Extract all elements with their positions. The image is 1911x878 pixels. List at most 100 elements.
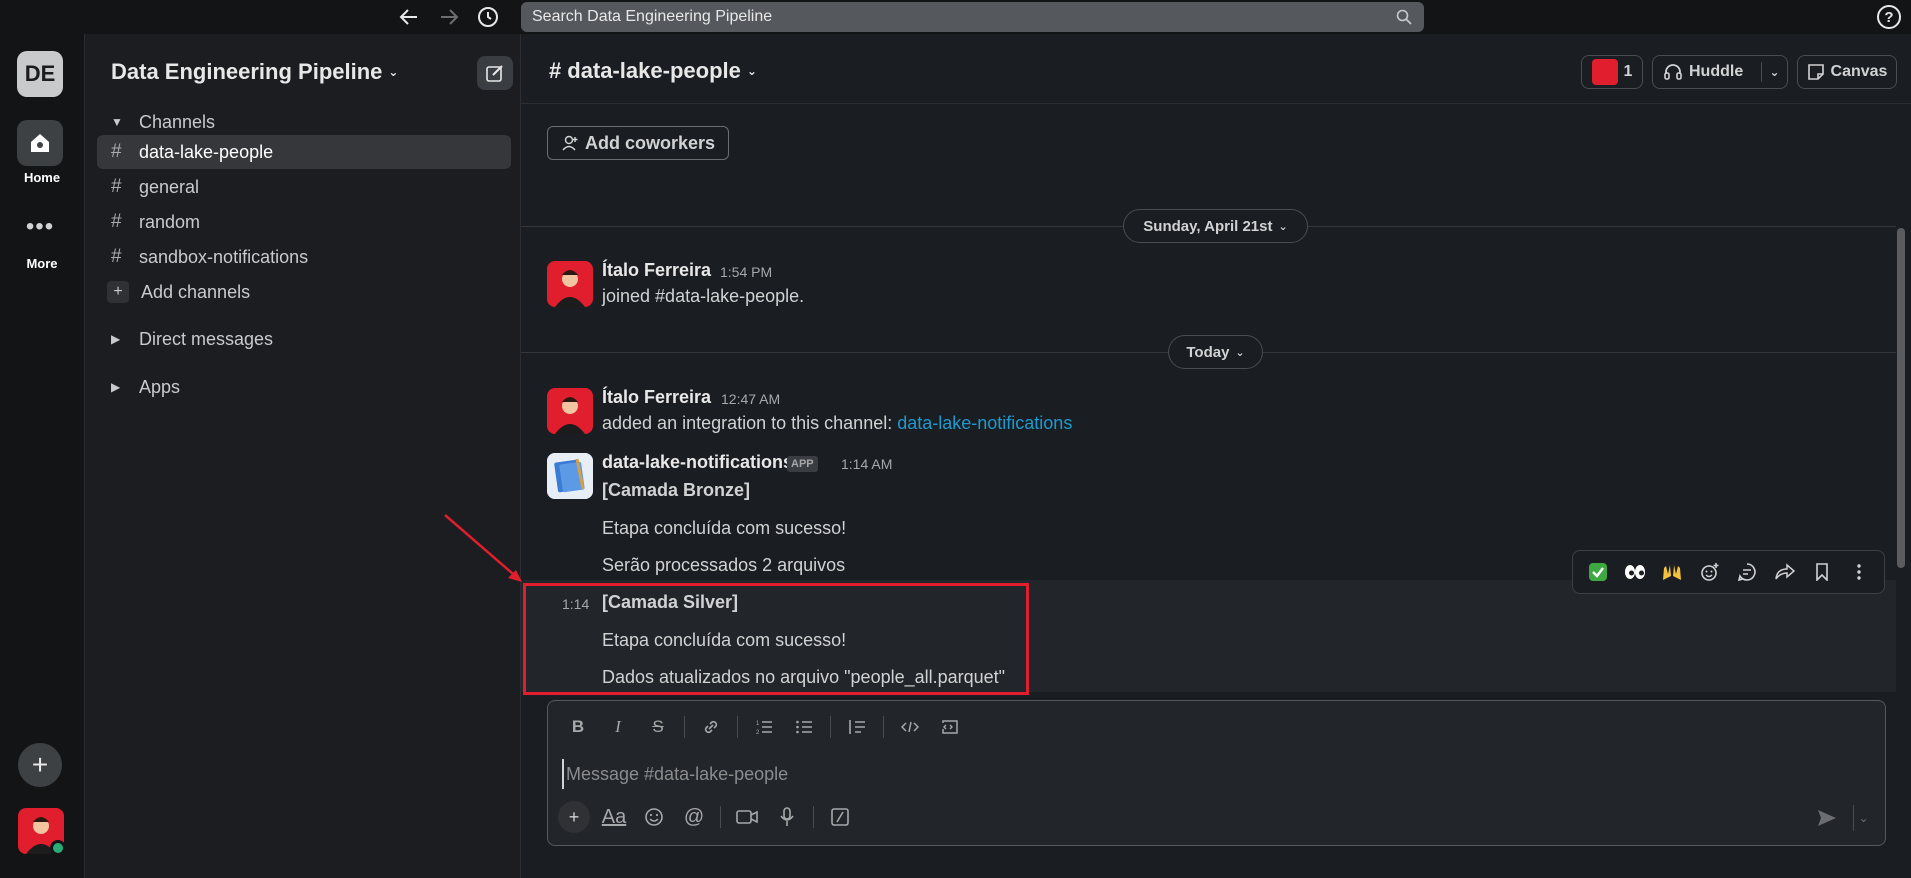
video-icon[interactable] [731, 801, 763, 833]
caret-right-icon: ▶ [111, 332, 121, 346]
formatting-toggle-icon[interactable]: Aa [598, 801, 630, 833]
toolbar-divider [883, 716, 884, 738]
blockquote-icon[interactable] [841, 713, 873, 741]
microphone-icon[interactable] [771, 801, 803, 833]
home-icon [31, 134, 49, 152]
more-actions-icon[interactable] [1843, 556, 1875, 588]
bullet-list-icon[interactable] [788, 713, 820, 741]
message-author[interactable]: data-lake-notifications [602, 452, 793, 473]
message-author[interactable]: Ítalo Ferreira [602, 387, 711, 408]
add-channels-button[interactable]: + Add channels [97, 275, 511, 309]
bold-icon[interactable]: B [562, 713, 594, 741]
send-options-chevron-icon[interactable]: ⌄ [1853, 805, 1873, 831]
mention-icon[interactable]: @ [678, 801, 710, 833]
app-avatar[interactable] [547, 453, 593, 499]
annotation-highlight-box [523, 583, 1029, 695]
notebook-icon [547, 453, 593, 499]
add-reaction-icon[interactable] [1694, 556, 1726, 588]
shortcuts-slash-icon[interactable] [824, 801, 856, 833]
composer-actions: + Aa @ [558, 801, 856, 833]
apps-header: Apps [139, 376, 181, 397]
check-mark-reaction-icon[interactable] [1582, 556, 1614, 588]
huddle-button[interactable]: Huddle ⌄ [1652, 55, 1788, 89]
date-label: Today [1186, 343, 1230, 361]
channel-title-button[interactable]: # data-lake-people ⌄ [549, 58, 757, 84]
message-time[interactable]: 1:14 AM [841, 456, 892, 472]
date-divider-today[interactable]: Today ⌄ [1168, 335, 1263, 369]
sidebar-item-label: random [139, 211, 201, 232]
user-avatar[interactable] [18, 808, 64, 854]
avatar[interactable] [547, 388, 593, 434]
history-clock-icon[interactable] [475, 5, 501, 29]
ordered-list-icon[interactable]: 12 [748, 713, 780, 741]
eyes-reaction-icon[interactable] [1619, 556, 1651, 588]
integration-link[interactable]: data-lake-notifications [897, 413, 1072, 433]
direct-messages-section-toggle[interactable]: ▶ Direct messages [97, 322, 511, 356]
compose-icon [486, 65, 503, 82]
channel-name: data-lake-people [567, 58, 741, 83]
more-button[interactable]: ••• [17, 204, 63, 250]
back-arrow-icon[interactable] [396, 5, 422, 29]
reply-in-thread-icon[interactable] [1731, 556, 1763, 588]
home-button[interactable] [17, 120, 63, 166]
message-input[interactable] [562, 759, 1862, 789]
strikethrough-icon[interactable]: S [642, 713, 674, 741]
attach-plus-icon[interactable]: + [558, 801, 590, 833]
toolbar-divider [684, 716, 685, 738]
emoji-icon[interactable] [638, 801, 670, 833]
top-bar: Search Data Engineering Pipeline ? [0, 0, 1911, 34]
channel-view: # data-lake-people ⌄ 1 Huddle ⌄ Canvas A… [521, 34, 1911, 878]
members-button[interactable]: 1 [1581, 55, 1643, 89]
huddle-options-chevron-icon[interactable]: ⌄ [1761, 62, 1787, 82]
code-icon[interactable] [894, 713, 926, 741]
help-icon[interactable]: ? [1877, 5, 1901, 29]
link-icon[interactable] [695, 713, 727, 741]
workspace-switcher[interactable]: DE [17, 51, 63, 97]
huddle-label: Huddle [1689, 63, 1744, 80]
chevron-down-icon: ⌄ [1278, 220, 1288, 233]
date-divider-sunday[interactable]: Sunday, April 21st ⌄ [1123, 209, 1308, 243]
bookmark-icon[interactable] [1806, 556, 1838, 588]
compose-button[interactable] [477, 56, 513, 90]
message-line: Etapa concluída com sucesso! [602, 518, 847, 538]
forward-message-icon[interactable] [1769, 556, 1801, 588]
forward-arrow-icon[interactable] [436, 5, 462, 29]
sidebar-item-random[interactable]: # random [97, 205, 511, 239]
more-dots-icon: ••• [25, 213, 55, 240]
annotation-arrow [444, 514, 522, 582]
message-line: [Camada Bronze] [602, 480, 751, 500]
add-workspace-button[interactable]: + [18, 743, 62, 787]
search-bar[interactable]: Search Data Engineering Pipeline [521, 2, 1424, 32]
italic-icon[interactable]: I [602, 713, 634, 741]
sidebar-item-data-lake-people[interactable]: # data-lake-people [97, 135, 511, 169]
date-label: Sunday, April 21st [1143, 217, 1273, 235]
canvas-button[interactable]: Canvas [1797, 55, 1897, 89]
code-block-icon[interactable] [934, 713, 966, 741]
hash-icon: # [111, 211, 122, 232]
plus-icon: + [107, 281, 129, 303]
message-author[interactable]: Ítalo Ferreira [602, 260, 711, 281]
add-person-icon [562, 135, 578, 151]
message-actions-toolbar [1572, 550, 1885, 594]
presence-icon [50, 840, 64, 854]
message-time[interactable]: 1:54 PM [720, 264, 772, 280]
apps-section-toggle[interactable]: ▶ Apps [97, 370, 511, 404]
raised-hands-reaction-icon[interactable] [1656, 556, 1688, 588]
channels-section-toggle[interactable]: ▼ Channels [97, 105, 511, 139]
send-icon[interactable] [1813, 805, 1841, 831]
toolbar-divider [737, 716, 738, 738]
chevron-down-icon: ⌄ [746, 64, 757, 78]
caret-right-icon: ▶ [111, 380, 121, 394]
avatar[interactable] [547, 261, 593, 307]
sidebar-item-label: sandbox-notifications [139, 246, 309, 267]
add-coworkers-button[interactable]: Add coworkers [547, 126, 729, 160]
formatting-toolbar: B I S 12 [562, 713, 966, 741]
scrollbar[interactable] [1897, 228, 1905, 568]
sidebar-item-general[interactable]: # general [97, 170, 511, 204]
workspace-menu[interactable]: Data Engineering Pipeline ⌄ [111, 59, 398, 85]
search-icon [1396, 9, 1412, 30]
channels-header: Channels [139, 111, 216, 132]
message-time[interactable]: 12:47 AM [721, 391, 780, 407]
search-placeholder: Search Data Engineering Pipeline [532, 8, 773, 25]
sidebar-item-sandbox-notifications[interactable]: # sandbox-notifications [97, 240, 511, 274]
